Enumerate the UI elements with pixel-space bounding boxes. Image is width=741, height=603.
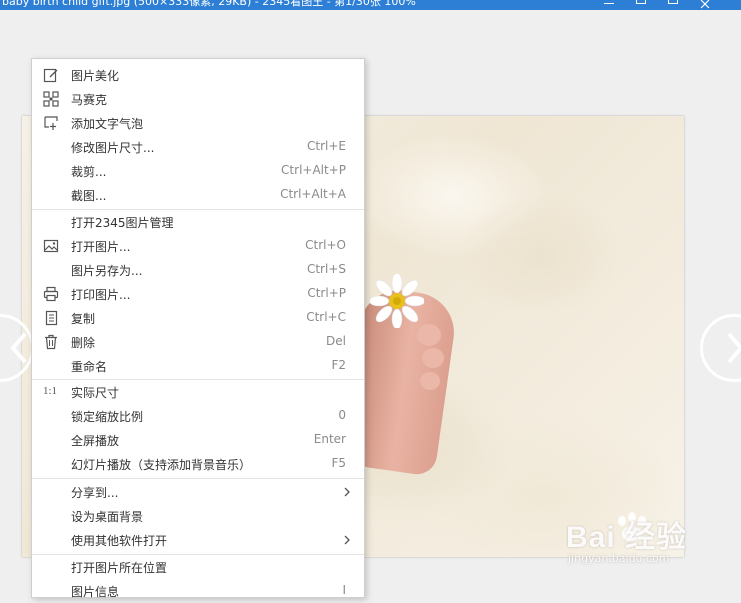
menu-item-open-location[interactable]: 打开图片所在位置 bbox=[32, 555, 364, 579]
menu-item-share[interactable]: 分享到... bbox=[32, 480, 364, 504]
menu-item-label: 添加文字气泡 bbox=[71, 117, 144, 131]
menu-item-shortcut: I bbox=[342, 583, 346, 597]
chevron-right-icon bbox=[727, 332, 741, 364]
chevron-right-icon bbox=[344, 487, 350, 497]
menu-item-open-image[interactable]: 打开图片... Ctrl+O bbox=[32, 234, 364, 258]
text-bubble-icon bbox=[44, 116, 58, 130]
menu-item-label: 裁剪... bbox=[71, 165, 107, 179]
menu-item-shortcut: 0 bbox=[338, 408, 346, 422]
menu-item-shortcut: Ctrl+P bbox=[307, 286, 346, 300]
menu-item-shortcut: Ctrl+O bbox=[305, 238, 346, 252]
menu-item-shortcut: Ctrl+E bbox=[307, 139, 346, 153]
menu-item-delete[interactable]: 删除 Del bbox=[32, 330, 364, 354]
menu-item-label: 删除 bbox=[71, 336, 96, 350]
menu-item-label: 截图... bbox=[71, 189, 107, 203]
menu-item-label: 打开图片... bbox=[71, 240, 131, 254]
watermark-brand: Bai 经验 bbox=[566, 521, 688, 554]
menu-item-text-bubble[interactable]: 添加文字气泡 bbox=[32, 111, 364, 135]
menu-item-rename[interactable]: 重命名 F2 bbox=[32, 354, 364, 378]
menu-item-label: 打开2345图片管理 bbox=[71, 216, 174, 230]
chevron-left-icon bbox=[10, 332, 27, 364]
next-image-button[interactable] bbox=[700, 314, 741, 382]
menu-item-fullscreen[interactable]: 全屏播放 Enter bbox=[32, 428, 364, 452]
close-icon[interactable] bbox=[700, 0, 710, 9]
menu-item-label: 使用其他软件打开 bbox=[71, 534, 168, 548]
window-title: baby birth child gift.jpg (500×333像素, 29… bbox=[2, 0, 416, 8]
menu-item-shortcut: Ctrl+Alt+P bbox=[281, 163, 346, 177]
menu-item-set-wallpaper[interactable]: 设为桌面背景 bbox=[32, 504, 364, 528]
menu-item-open-with[interactable]: 使用其他软件打开 bbox=[32, 528, 364, 552]
toe-shape bbox=[422, 348, 444, 368]
context-menu: 图片美化 马赛克 添加文字气泡 修改图片尺寸... Ctrl+E 裁剪... C… bbox=[31, 58, 365, 599]
title-bar: baby birth child gift.jpg (500×333像素, 29… bbox=[0, 0, 741, 10]
menu-item-mosaic[interactable]: 马赛克 bbox=[32, 87, 364, 111]
menu-item-shortcut: Ctrl+Alt+A bbox=[280, 187, 346, 201]
menu-item-screenshot[interactable]: 截图... Ctrl+Alt+A bbox=[32, 183, 364, 207]
baidu-jingyan-watermark: Bai 经验 jingyan.baidu.com bbox=[566, 512, 688, 565]
minimize-icon[interactable] bbox=[604, 0, 614, 4]
menu-item-label: 打印图片... bbox=[71, 288, 131, 302]
menu-item-label: 打开图片所在位置 bbox=[71, 561, 168, 575]
menu-item-label: 马赛克 bbox=[71, 93, 108, 107]
menu-item-label: 复制 bbox=[71, 312, 96, 326]
trash-icon bbox=[45, 334, 57, 350]
menu-item-label: 图片另存为... bbox=[71, 264, 143, 278]
fullscreen-icon[interactable] bbox=[668, 0, 678, 4]
printer-icon bbox=[43, 286, 59, 302]
menu-separator bbox=[32, 478, 364, 479]
menu-item-print[interactable]: 打印图片... Ctrl+P bbox=[32, 282, 364, 306]
actual-size-icon: 1:1 bbox=[43, 385, 58, 397]
menu-item-label: 设为桌面背景 bbox=[71, 510, 144, 524]
mosaic-icon bbox=[43, 91, 59, 107]
menu-item-shortcut: F2 bbox=[331, 358, 346, 372]
menu-item-lock-zoom[interactable]: 锁定缩放比例 0 bbox=[32, 404, 364, 428]
daisy-flower-illustration bbox=[370, 274, 424, 328]
menu-item-shortcut: Ctrl+S bbox=[306, 262, 346, 276]
menu-item-label: 图片美化 bbox=[71, 69, 120, 83]
menu-item-label: 全屏播放 bbox=[71, 434, 120, 448]
menu-item-shortcut: Ctrl+C bbox=[306, 310, 346, 324]
menu-item-label: 修改图片尺寸... bbox=[71, 141, 155, 155]
menu-item-label: 锁定缩放比例 bbox=[71, 410, 144, 424]
menu-item-open-manager[interactable]: 打开2345图片管理 bbox=[32, 210, 364, 234]
menu-item-image-info[interactable]: 图片信息 I bbox=[32, 579, 364, 603]
menu-item-save-as[interactable]: 图片另存为... Ctrl+S bbox=[32, 258, 364, 282]
menu-item-actual-size[interactable]: 1:1 实际尺寸 bbox=[32, 380, 364, 404]
menu-item-shortcut: F5 bbox=[331, 456, 346, 470]
watermark-url: jingyan.baidu.com bbox=[568, 552, 670, 565]
menu-item-resize[interactable]: 修改图片尺寸... Ctrl+E bbox=[32, 135, 364, 159]
menu-item-slideshow[interactable]: 幻灯片播放（支持添加背景音乐） F5 bbox=[32, 452, 364, 476]
menu-item-shortcut: Del bbox=[326, 334, 346, 348]
restore-icon[interactable] bbox=[636, 0, 646, 4]
menu-item-beautify[interactable]: 图片美化 bbox=[32, 63, 364, 87]
menu-item-crop[interactable]: 裁剪... Ctrl+Alt+P bbox=[32, 159, 364, 183]
menu-item-copy[interactable]: 复制 Ctrl+C bbox=[32, 306, 364, 330]
menu-item-label: 幻灯片播放（支持添加背景音乐） bbox=[71, 458, 252, 472]
image-icon bbox=[43, 239, 59, 253]
menu-item-label: 实际尺寸 bbox=[71, 386, 120, 400]
toe-shape bbox=[420, 372, 440, 390]
chevron-right-icon bbox=[344, 535, 350, 545]
menu-item-label: 重命名 bbox=[71, 360, 108, 374]
menu-item-label: 分享到... bbox=[71, 486, 119, 500]
copy-icon bbox=[45, 310, 58, 326]
menu-item-shortcut: Enter bbox=[313, 432, 346, 446]
edit-icon bbox=[43, 68, 58, 83]
